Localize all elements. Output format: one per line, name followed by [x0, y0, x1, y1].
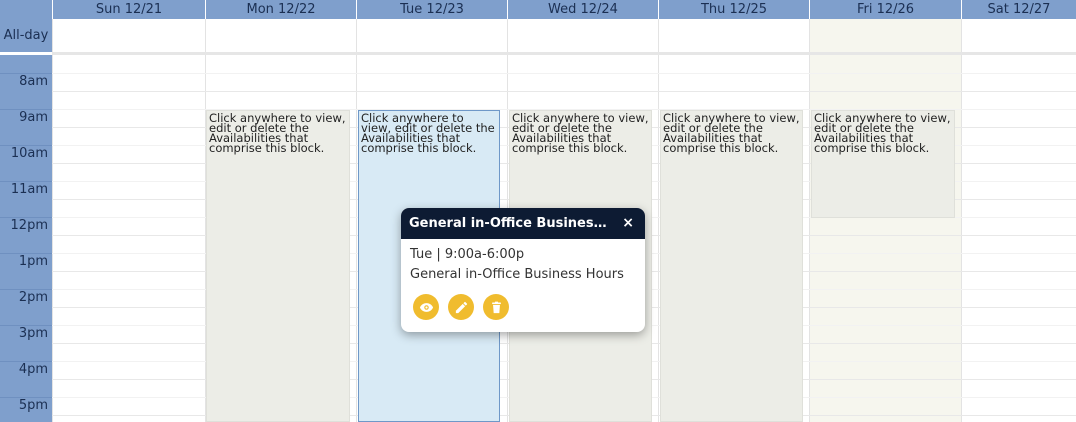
allday-cell-sun[interactable]	[52, 19, 205, 52]
day-header-thu[interactable]: Thu 12/25	[658, 0, 809, 19]
day-header-wed[interactable]: Wed 12/24	[507, 0, 658, 19]
edit-button[interactable]	[448, 294, 474, 320]
popover-header: General in-Office Business Ho... ×	[401, 208, 645, 239]
trash-icon	[491, 301, 501, 313]
hour-label-10am: 10am	[10, 146, 48, 161]
allday-cell-sat[interactable]	[961, 19, 1076, 52]
grid-line	[52, 73, 1076, 74]
day-header-sun[interactable]: Sun 12/21	[52, 0, 205, 19]
hour-label-5pm: 5pm	[18, 398, 48, 413]
allday-cell-fri[interactable]	[809, 19, 961, 52]
hour-label-2pm: 2pm	[18, 290, 48, 305]
pencil-icon	[455, 301, 467, 313]
allday-label: All-day	[0, 19, 52, 52]
day-header-mon[interactable]: Mon 12/22	[205, 0, 356, 19]
view-button[interactable]	[413, 294, 439, 320]
availability-block-mon[interactable]: Click anywhere to view, edit or delete t…	[206, 110, 350, 422]
delete-button[interactable]	[483, 294, 509, 320]
hour-label-3pm: 3pm	[18, 326, 48, 341]
header-gutter	[0, 0, 52, 19]
hour-label-8am: 8am	[19, 74, 48, 89]
availability-block-thu[interactable]: Click anywhere to view, edit or delete t…	[660, 110, 803, 422]
hour-label-4pm: 4pm	[18, 362, 48, 377]
allday-cell-tue[interactable]	[356, 19, 507, 52]
hour-label-9am: 9am	[19, 110, 48, 125]
popover-title: General in-Office Business Ho...	[409, 216, 614, 231]
day-column-sat[interactable]	[961, 55, 1076, 422]
day-header-sat[interactable]: Sat 12/27	[961, 0, 1076, 19]
grid-line	[52, 91, 1076, 92]
allday-cell-wed[interactable]	[507, 19, 658, 52]
popover-event-name: General in-Office Business Hours	[410, 267, 624, 282]
popover-time: Tue | 9:00a-6:00p	[410, 247, 525, 262]
day-header-tue[interactable]: Tue 12/23	[356, 0, 507, 19]
availability-block-fri[interactable]: Click anywhere to view, edit or delete t…	[811, 110, 955, 218]
day-column-sun[interactable]	[52, 55, 205, 422]
day-header-fri[interactable]: Fri 12/26	[809, 0, 961, 19]
calendar-week-view: Sun 12/21 Mon 12/22 Tue 12/23 Wed 12/24 …	[0, 0, 1076, 422]
hour-label-11am: 11am	[10, 182, 48, 197]
eye-icon	[419, 302, 433, 312]
event-popover: General in-Office Business Ho... × Tue |…	[401, 208, 645, 332]
hour-label-1pm: 1pm	[18, 254, 48, 269]
hour-label-12pm: 12pm	[10, 218, 48, 233]
allday-cell-mon[interactable]	[205, 19, 356, 52]
close-icon[interactable]: ×	[622, 208, 634, 239]
allday-cell-thu[interactable]	[658, 19, 809, 52]
